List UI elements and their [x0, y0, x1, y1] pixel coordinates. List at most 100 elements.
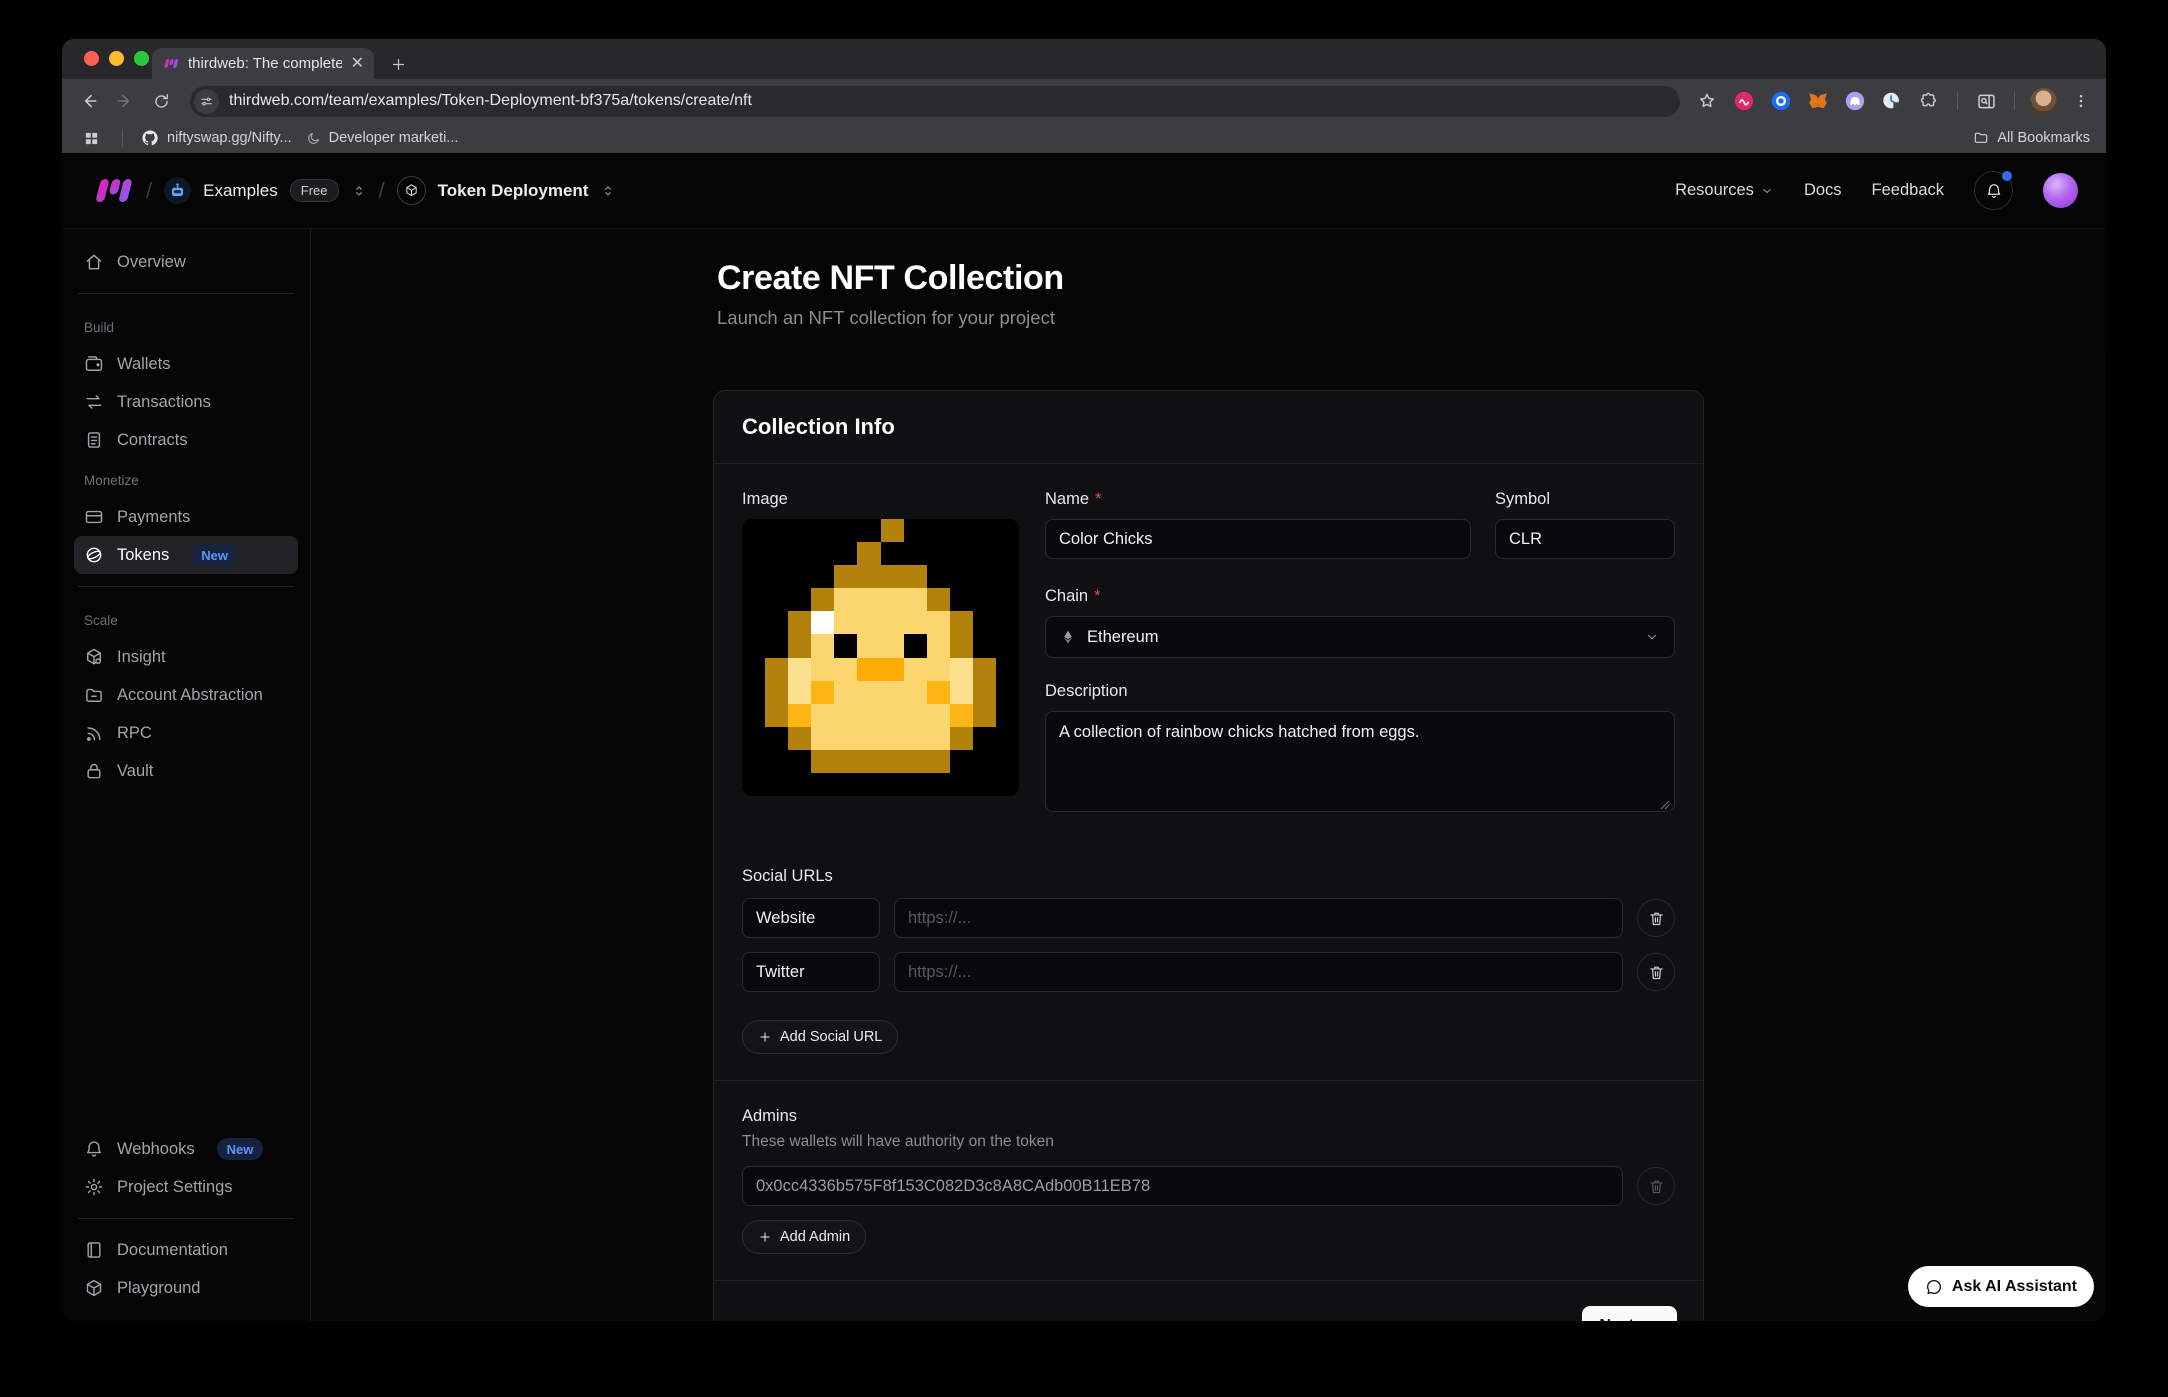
social-urls-label: Social URLs	[742, 867, 1675, 886]
bookmark-developer-marketing[interactable]: Developer marketi...	[306, 130, 459, 146]
lock-icon	[84, 761, 104, 781]
card-title: Collection Info	[714, 391, 1703, 463]
delete-social-row-button[interactable]	[1637, 899, 1675, 937]
admin-address-input[interactable]	[742, 1166, 1623, 1206]
sidebar-item-playground[interactable]: Playground	[74, 1269, 298, 1307]
extension-pink-icon[interactable]	[1731, 88, 1757, 114]
back-button[interactable]	[74, 86, 104, 116]
bookmark-niftyswap[interactable]: niftyswap.gg/Nifty...	[141, 129, 292, 147]
browser-menu-kebab-icon[interactable]	[2068, 88, 2094, 114]
all-bookmarks-button[interactable]: All Bookmarks	[1973, 130, 2090, 146]
plus-icon	[758, 1230, 772, 1244]
zoom-window-button[interactable]	[134, 51, 149, 66]
plan-badge: Free	[290, 179, 339, 202]
extension-blue-record-icon[interactable]	[1768, 88, 1794, 114]
sidebar-item-contracts[interactable]: Contracts	[74, 421, 298, 459]
book-icon	[84, 1240, 104, 1260]
wallet-icon	[84, 354, 104, 374]
sidebar-item-documentation[interactable]: Documentation	[74, 1231, 298, 1269]
extensions-puzzle-icon[interactable]	[1916, 88, 1942, 114]
add-social-url-button[interactable]: Add Social URL	[742, 1020, 898, 1054]
url-bar[interactable]: thirdweb.com/team/examples/Token-Deploym…	[190, 86, 1680, 117]
collection-info-card: Collection Info Image	[713, 390, 1704, 1321]
team-name[interactable]: Examples	[203, 181, 278, 201]
bookmarks-divider	[122, 129, 123, 147]
transactions-icon	[84, 392, 104, 412]
sidebar-divider	[78, 293, 294, 294]
description-textarea[interactable]: A collection of rainbow chicks hatched f…	[1045, 711, 1675, 812]
collection-image-pixels	[742, 519, 1019, 796]
team-switcher-chevrons-icon[interactable]	[351, 183, 367, 199]
metamask-fox-icon[interactable]	[1805, 88, 1831, 114]
bookmarks-bar: niftyswap.gg/Nifty... Developer marketi.…	[62, 123, 2106, 153]
trash-icon	[1648, 964, 1665, 981]
browser-window: thirdweb: The complete web3 ✕ thirdweb.c…	[62, 39, 2106, 1321]
project-switcher-chevrons-icon[interactable]	[600, 183, 616, 199]
tab-close-icon[interactable]: ✕	[351, 56, 364, 72]
social-url-input[interactable]	[894, 952, 1623, 992]
plus-icon	[758, 1030, 772, 1044]
sidebar-item-payments[interactable]: Payments	[74, 498, 298, 536]
chain-select[interactable]: Ethereum	[1045, 616, 1675, 658]
minimize-window-button[interactable]	[109, 51, 124, 66]
toolbar-divider-2	[2014, 92, 2015, 110]
all-bookmarks-label: All Bookmarks	[1997, 130, 2090, 146]
url-text: thirdweb.com/team/examples/Token-Deploym…	[229, 92, 752, 110]
phantom-ghost-icon[interactable]	[1842, 88, 1868, 114]
breadcrumb: / Examples Free / Token Deployment	[90, 176, 616, 205]
extension-clock-lock-icon[interactable]	[1879, 88, 1905, 114]
insight-cube-icon	[84, 647, 104, 667]
sidebar-item-vault[interactable]: Vault	[74, 752, 298, 790]
nav-docs[interactable]: Docs	[1804, 181, 1842, 200]
browser-tab[interactable]: thirdweb: The complete web3 ✕	[152, 48, 374, 79]
add-admin-button[interactable]: Add Admin	[742, 1220, 866, 1254]
new-tab-button[interactable]	[390, 56, 407, 73]
sidebar-item-tokens[interactable]: Tokens New	[74, 536, 298, 574]
social-url-input[interactable]	[894, 898, 1623, 938]
symbol-input[interactable]	[1495, 519, 1675, 559]
close-window-button[interactable]	[84, 51, 99, 66]
forward-button[interactable]	[110, 86, 140, 116]
nav-resources[interactable]: Resources	[1675, 181, 1774, 200]
ask-ai-assistant-button[interactable]: Ask AI Assistant	[1908, 1266, 2094, 1307]
sidebar-item-insight[interactable]: Insight	[74, 638, 298, 676]
sidebar-item-wallets[interactable]: Wallets	[74, 345, 298, 383]
browser-toolbar: thirdweb.com/team/examples/Token-Deploym…	[62, 79, 2106, 123]
github-icon	[141, 129, 159, 147]
thirdweb-logo[interactable]	[90, 177, 134, 204]
playground-box-icon	[84, 1278, 104, 1298]
header-nav: Resources Docs Feedback	[1675, 171, 2078, 210]
resize-handle-icon[interactable]	[1660, 800, 1670, 810]
reload-button[interactable]	[146, 86, 176, 116]
window-controls	[84, 51, 149, 66]
account-avatar[interactable]	[2043, 173, 2078, 208]
nav-feedback[interactable]: Feedback	[1872, 181, 1944, 200]
apps-grid-icon[interactable]	[78, 125, 104, 151]
sidebar-item-rpc[interactable]: RPC	[74, 714, 298, 752]
sidebar-item-webhooks[interactable]: Webhooks New	[74, 1130, 298, 1168]
social-row-twitter	[742, 952, 1675, 992]
sidebar-item-overview[interactable]: Overview	[74, 243, 298, 281]
next-button[interactable]: Next	[1582, 1306, 1677, 1321]
collection-image-upload[interactable]	[742, 519, 1019, 796]
social-name-input[interactable]	[742, 898, 880, 938]
admin-row	[742, 1166, 1675, 1206]
team-avatar	[164, 177, 191, 204]
chevron-down-icon	[1644, 629, 1660, 645]
bookmark-star-icon[interactable]	[1694, 88, 1720, 114]
delete-admin-button[interactable]	[1637, 1167, 1675, 1205]
moon-icon	[306, 131, 321, 146]
name-label: Name	[1045, 490, 1089, 509]
social-name-input[interactable]	[742, 952, 880, 992]
sidebar-item-transactions[interactable]: Transactions	[74, 383, 298, 421]
project-name[interactable]: Token Deployment	[438, 181, 589, 201]
site-settings-icon[interactable]	[194, 89, 219, 114]
sidebar-item-project-settings[interactable]: Project Settings	[74, 1168, 298, 1206]
side-panel-search-icon[interactable]	[1973, 88, 1999, 114]
notifications-button[interactable]	[1974, 171, 2013, 210]
sidebar-item-account-abstraction[interactable]: Account Abstraction	[74, 676, 298, 714]
delete-social-row-button[interactable]	[1637, 953, 1675, 991]
name-input[interactable]	[1045, 519, 1471, 559]
browser-profile-avatar[interactable]	[2030, 88, 2057, 115]
sidebar: Overview Build Wallets Transactions Cont…	[62, 229, 311, 1321]
